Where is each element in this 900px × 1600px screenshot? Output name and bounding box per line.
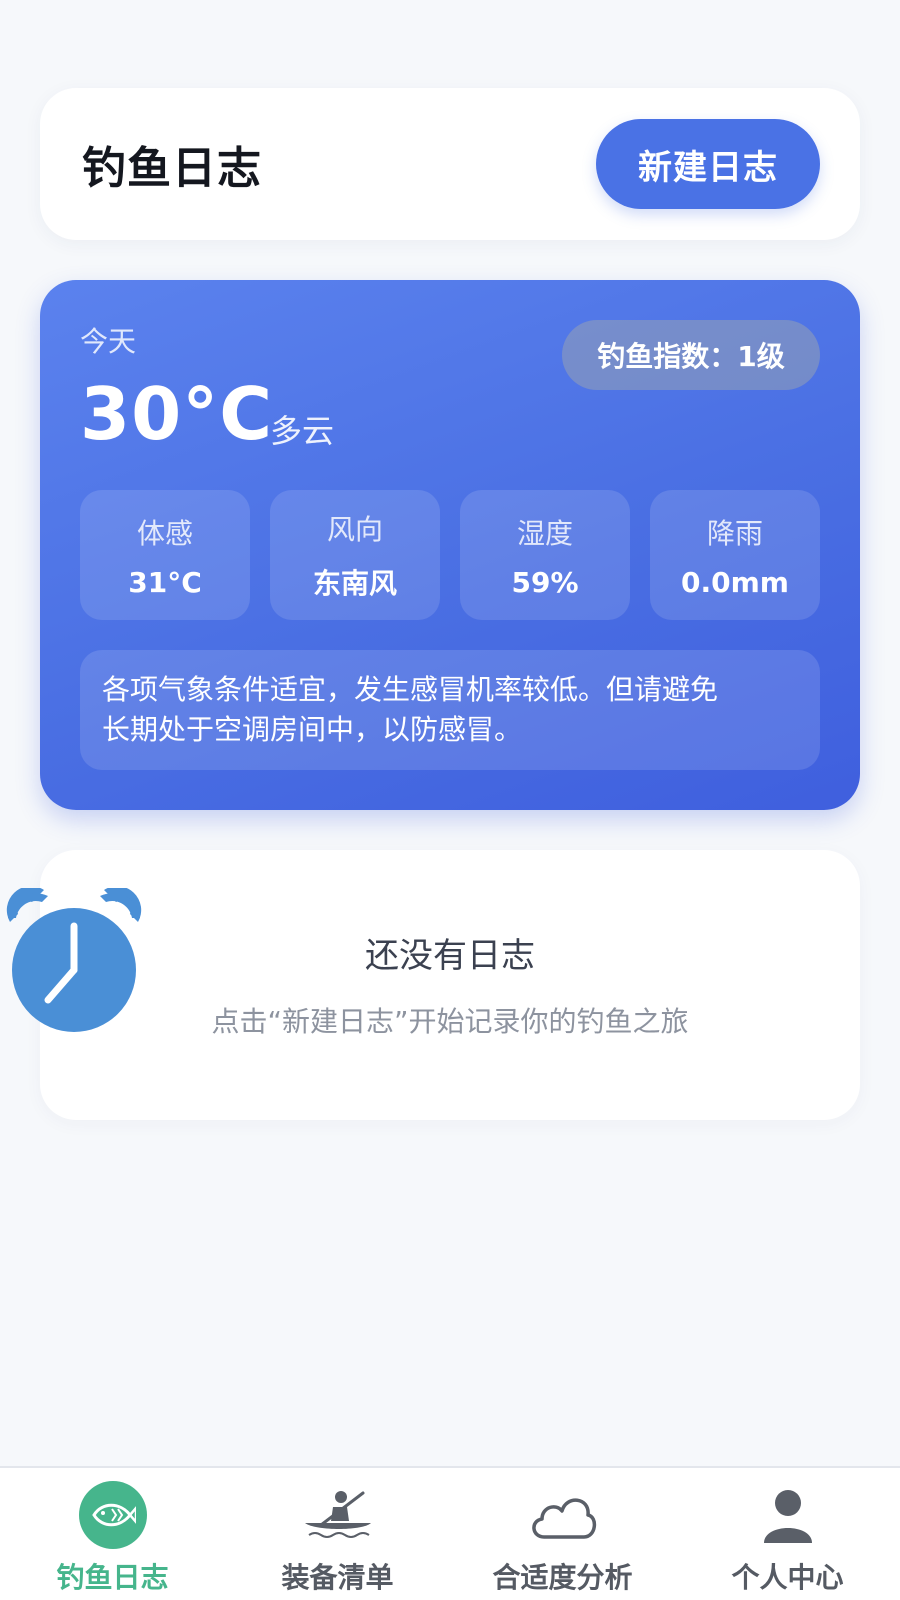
stat-rain: 降雨 0.0mm	[650, 490, 820, 620]
stat-humidity: 湿度 59%	[460, 490, 630, 620]
stat-label: 湿度	[516, 516, 573, 550]
header-card: 钓鱼日志 新建日志	[40, 88, 860, 240]
alarm-clock-icon	[6, 888, 142, 1032]
advice-line-1: 各项气象条件适宜，发生感冒机率较低。但请避免	[102, 673, 719, 706]
tab-fishing-log[interactable]: 钓鱼日志	[0, 1468, 225, 1600]
stat-value: 59%	[511, 565, 579, 599]
tab-suitability-analysis[interactable]: 合适度分析	[450, 1468, 675, 1600]
stat-value: 东南风	[312, 567, 397, 600]
stat-value: 31°C	[128, 565, 202, 599]
tab-label: 个人中心	[731, 1561, 844, 1594]
cloud-icon	[528, 1480, 598, 1550]
user-icon	[753, 1480, 823, 1550]
tab-label: 合适度分析	[492, 1561, 633, 1594]
stat-value: 0.0mm	[681, 565, 789, 599]
tab-equipment-list[interactable]: 装备清单	[225, 1468, 450, 1600]
stat-label: 风向	[326, 513, 383, 546]
weather-stats: 体感 31°C 风向 东南风 湿度 59% 降雨 0.0mm	[80, 490, 820, 620]
tab-label: 钓鱼日志	[56, 1561, 169, 1594]
tab-label: 装备清单	[281, 1561, 394, 1594]
today-label: 今天	[80, 325, 137, 358]
empty-state-subtitle: 点击“新建日志”开始记录你的钓鱼之旅	[211, 1005, 689, 1038]
temperature: 30°C	[80, 372, 274, 456]
page-title: 钓鱼日志	[82, 143, 262, 194]
fishing-index-badge: 钓鱼指数：1级	[562, 320, 820, 390]
stat-label: 体感	[136, 516, 193, 550]
bottom-tab-bar: 钓鱼日志 装备清单 合适度分析 个人中心	[0, 1466, 900, 1600]
advice-line-2: 长期处于空调房间中，以防感冒。	[102, 713, 523, 746]
app-page: 钓鱼日志 新建日志 今天 30°C 多云 钓鱼指数：1级 体感 31°C 风向 …	[0, 0, 900, 1600]
fish-icon	[78, 1480, 148, 1550]
empty-state-title: 还没有日志	[365, 936, 535, 976]
stat-wind: 风向 东南风	[270, 490, 440, 620]
stat-label: 降雨	[706, 516, 763, 550]
empty-state-card: 还没有日志 点击“新建日志”开始记录你的钓鱼之旅	[40, 850, 860, 1120]
weather-card: 今天 30°C 多云 钓鱼指数：1级 体感 31°C 风向 东南风 湿度 59%…	[40, 280, 860, 810]
new-log-button[interactable]: 新建日志	[596, 119, 820, 209]
kayak-icon	[303, 1480, 373, 1550]
weather-advice: 各项气象条件适宜，发生感冒机率较低。但请避免 长期处于空调房间中，以防感冒。	[80, 650, 820, 770]
tab-personal-center[interactable]: 个人中心	[675, 1468, 900, 1600]
weather-condition: 多云	[270, 412, 335, 450]
stat-feels-like: 体感 31°C	[80, 490, 250, 620]
